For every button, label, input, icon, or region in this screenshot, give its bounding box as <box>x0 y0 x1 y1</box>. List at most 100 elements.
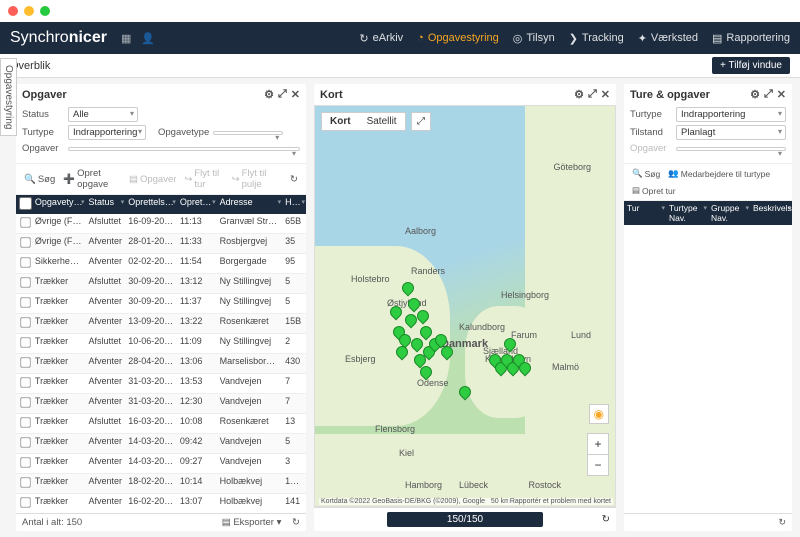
table-row[interactable]: TrækkerAfventer13-09-202213:22Rosenkæret… <box>16 314 306 334</box>
pegman-icon[interactable]: ◉ <box>589 404 609 424</box>
ture-panel: Ture & opgaver ⚙ ⤢ ✕ Turtype Indrapporte… <box>624 84 792 531</box>
refresh-map-icon[interactable]: ↻ <box>602 514 610 525</box>
table-row[interactable]: TrækkerAfsluttet30-09-202213:12Ny Stilli… <box>16 274 306 294</box>
table-row[interactable]: TrækkerAfventer31-03-202212:30Vandvejen7 <box>16 394 306 414</box>
row-checkbox[interactable] <box>20 357 30 367</box>
r-assign-button[interactable]: 👥 Medarbejdere til turtype <box>666 167 772 180</box>
r-opgaver-select[interactable] <box>676 147 786 151</box>
zoom-out-button[interactable]: − <box>588 455 608 475</box>
settings-icon[interactable]: ⚙ <box>750 88 760 101</box>
row-checkbox[interactable] <box>20 437 30 447</box>
table-row[interactable]: TrækkerAfventer30-09-202211:37Ny Stillin… <box>16 294 306 314</box>
col-husnr[interactable]: Husnr. <box>282 195 306 214</box>
table-row[interactable]: TrækkerAfsluttet10-06-202211:09Ny Stilli… <box>16 334 306 354</box>
row-checkbox[interactable] <box>20 397 30 407</box>
row-checkbox[interactable] <box>20 477 30 487</box>
top-nav: Synchronicer ▦ 👤 ↻eArkiv◔Opgavestyring◎T… <box>0 22 800 54</box>
table-row[interactable]: Øvrige (Foreb.Afventer28-01-202211:33Ros… <box>16 234 306 254</box>
row-checkbox[interactable] <box>20 277 30 287</box>
r-table-header: Tur Turtype Nav. Gruppe Nav. Beskrivelse <box>624 201 792 225</box>
table-row[interactable]: TrækkerAfsluttet16-03-202210:08Rosenkære… <box>16 414 306 434</box>
r-create-tour-button[interactable]: ▤ Opret tur <box>630 184 678 197</box>
col-status[interactable]: Status <box>86 195 126 214</box>
add-window-button[interactable]: + Tilføj vindue <box>712 57 790 74</box>
table-row[interactable]: TrækkerAfventer14-03-202209:27Vandvejen3 <box>16 454 306 474</box>
move-to-pool-button[interactable]: ↪ Flyt til pulje <box>230 167 280 191</box>
close-window-icon[interactable] <box>8 6 18 16</box>
col-time[interactable]: Oprettelses. <box>177 195 217 214</box>
fullscreen-icon[interactable]: ⤢ <box>411 112 431 131</box>
map-mode-button[interactable]: Kort <box>322 113 359 130</box>
row-checkbox[interactable] <box>20 337 30 347</box>
user-icon[interactable]: 👤 <box>141 32 155 45</box>
minimize-window-icon[interactable] <box>24 6 34 16</box>
r-tilstand-select[interactable]: Planlagt <box>676 125 786 140</box>
expand-icon[interactable]: ⤢ <box>278 88 287 101</box>
sub-bar: Overblik + Tilføj vindue <box>0 54 800 78</box>
row-checkbox[interactable] <box>20 417 30 427</box>
r-col-besk[interactable]: Beskrivelse <box>750 201 792 225</box>
nav-earkiv[interactable]: ↻eArkiv <box>359 32 403 45</box>
col-address[interactable]: Adresse <box>217 195 283 214</box>
move-to-tour-button[interactable]: ↪ Flyt til tur <box>182 167 225 191</box>
row-checkbox[interactable] <box>20 217 30 227</box>
row-checkbox[interactable] <box>20 297 30 307</box>
r-turtype-select[interactable]: Indrapportering <box>676 107 786 122</box>
side-tab[interactable]: Opgavestyring <box>0 58 17 136</box>
opgaver-title: Opgaver <box>22 89 67 101</box>
table-row[interactable]: TrækkerAfventer16-02-202213:07Holbækvej1… <box>16 494 306 513</box>
table-row[interactable]: Øvrige (Foreb.Afsluttet16-09-202211:13Gr… <box>16 214 306 234</box>
map[interactable]: Kort Satellit ⤢ Danmark Göteborg Malmö A… <box>314 105 616 507</box>
col-opgavetype[interactable]: Opgavetype <box>32 195 86 214</box>
nav-links: ↻eArkiv ◔Opgavestyring ◎Tilsyn ❯Tracking ✦Væ… <box>359 32 790 45</box>
expand-icon[interactable]: ⤢ <box>764 88 773 101</box>
opgaver-select[interactable] <box>68 147 300 151</box>
row-checkbox[interactable] <box>20 457 30 467</box>
table-row[interactable]: Sikkerhedssud.Afventer02-02-202211:54Bor… <box>16 254 306 274</box>
nav-rapportering[interactable]: ▤Rapportering <box>712 32 790 45</box>
tasks-button[interactable]: ▤ Opgaver <box>127 173 178 186</box>
status-select[interactable]: Alle <box>68 107 138 122</box>
row-checkbox[interactable] <box>20 377 30 387</box>
refresh-footer-icon[interactable]: ↻ <box>292 517 300 528</box>
table-row[interactable]: TrækkerAfventer14-03-202209:42Vandvejen5 <box>16 434 306 454</box>
refresh-icon[interactable]: ↻ <box>288 173 300 186</box>
nav-tilsyn[interactable]: ◎Tilsyn <box>513 32 555 45</box>
turtype-select[interactable]: Indrapportering <box>68 125 146 140</box>
nav-værksted[interactable]: ✦Værksted <box>638 32 698 45</box>
row-checkbox[interactable] <box>20 257 30 267</box>
r-search-button[interactable]: 🔍 Søg <box>630 167 662 180</box>
r-refresh-icon[interactable]: ↻ <box>778 517 786 527</box>
zoom-in-button[interactable]: + <box>588 434 608 455</box>
satellite-mode-button[interactable]: Satellit <box>359 113 405 130</box>
expand-icon[interactable]: ⤢ <box>588 88 597 101</box>
r-col-gruppe[interactable]: Gruppe Nav. <box>708 201 750 225</box>
table-row[interactable]: TrækkerAfventer31-03-202213:53Vandvejen7 <box>16 374 306 394</box>
table-row[interactable]: TrækkerAfventer18-02-202210:14Holbækvej1… <box>16 474 306 494</box>
close-icon[interactable]: ✕ <box>777 88 786 101</box>
r-col-tur[interactable]: Tur <box>624 201 666 225</box>
label-esbjerg: Esbjerg <box>345 354 376 364</box>
row-checkbox[interactable] <box>20 497 30 507</box>
row-checkbox[interactable] <box>20 237 30 247</box>
opgavetype-select[interactable] <box>213 131 283 135</box>
settings-icon[interactable]: ⚙ <box>264 88 274 101</box>
nav-opgavestyring[interactable]: ◔Opgavestyring <box>417 32 499 45</box>
map-attribution-right[interactable]: Rapportér et problem med kortet <box>508 498 613 505</box>
create-task-button[interactable]: ➕ Opret opgave <box>61 167 123 191</box>
map-type-switch[interactable]: Kort Satellit <box>321 112 406 131</box>
col-date[interactable]: Oprettelses. <box>125 195 177 214</box>
settings-icon[interactable]: ⚙ <box>574 88 584 101</box>
nav-tracking[interactable]: ❯Tracking <box>569 32 624 45</box>
close-icon[interactable]: ✕ <box>601 88 610 101</box>
grid-icon[interactable]: ▦ <box>121 32 131 45</box>
search-button[interactable]: 🔍 Søg <box>22 173 57 186</box>
row-checkbox[interactable] <box>20 317 30 327</box>
label-kiel: Kiel <box>399 448 414 458</box>
maximize-window-icon[interactable] <box>40 6 50 16</box>
table-row[interactable]: TrækkerAfventer28-04-202213:06Marselisbo… <box>16 354 306 374</box>
export-button[interactable]: ▤ Eksporter ▾ <box>222 517 282 528</box>
r-col-turtype[interactable]: Turtype Nav. <box>666 201 708 225</box>
close-icon[interactable]: ✕ <box>291 88 300 101</box>
checkbox-header[interactable] <box>16 195 32 214</box>
